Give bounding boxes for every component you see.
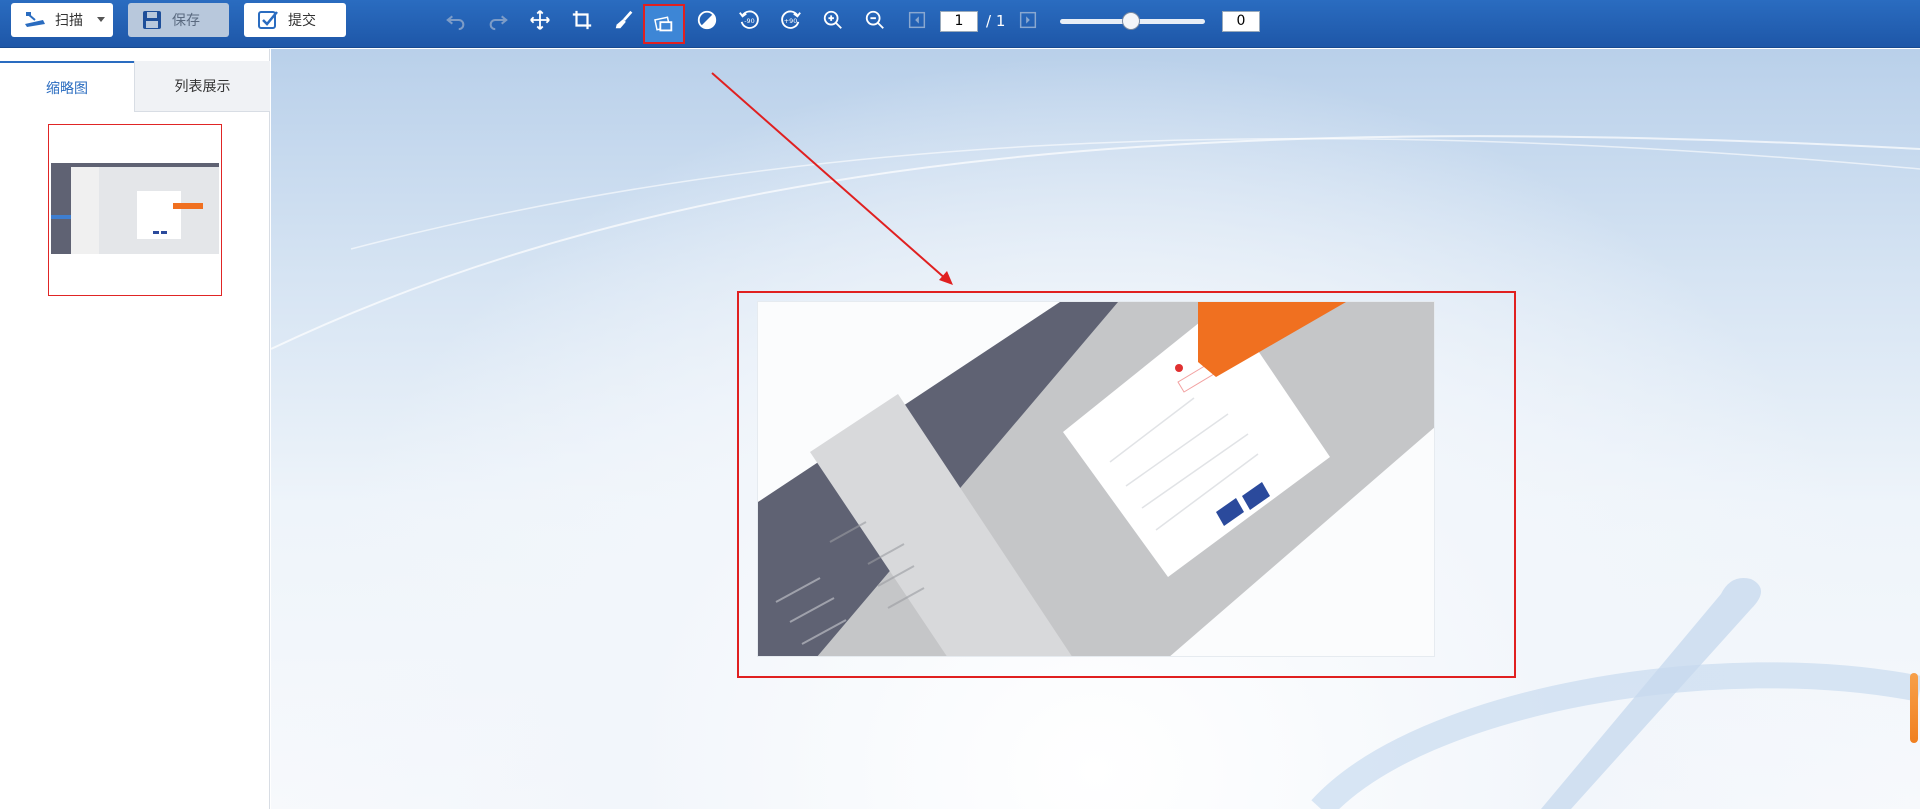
image-adjust-button[interactable] xyxy=(643,4,685,44)
rotated-screenshot xyxy=(758,302,1434,656)
brush-button[interactable] xyxy=(610,6,638,34)
scanner-icon xyxy=(23,8,47,32)
slider-value-input[interactable]: 0 xyxy=(1222,11,1260,32)
redo-icon xyxy=(489,15,508,31)
rotate-left-button[interactable]: -90 xyxy=(735,6,763,34)
undo-button[interactable] xyxy=(442,6,470,34)
left-panel: 缩略图 列表展示 xyxy=(0,49,270,809)
page-thumbnail[interactable] xyxy=(48,124,222,296)
undo-icon xyxy=(446,15,465,31)
zoom-out-icon xyxy=(865,10,884,29)
current-page-input[interactable]: 1 xyxy=(940,11,978,32)
page-total: / 1 xyxy=(986,12,1006,30)
contrast-icon xyxy=(697,10,717,30)
scan-button[interactable]: 扫描 xyxy=(11,3,113,37)
contrast-button[interactable] xyxy=(693,6,721,34)
save-button[interactable]: 保存 xyxy=(128,3,229,37)
image-adjust-icon xyxy=(654,16,673,32)
zoom-in-icon xyxy=(823,10,842,29)
next-page-icon xyxy=(1019,11,1037,29)
zoom-out-button[interactable] xyxy=(861,6,889,34)
rotate-right-90-icon: +90 xyxy=(781,10,801,29)
redo-button[interactable] xyxy=(484,6,512,34)
prev-page-button[interactable] xyxy=(903,6,931,34)
scanned-document-image[interactable] xyxy=(757,301,1435,657)
chevron-down-icon[interactable] xyxy=(97,17,105,22)
top-toolbar: 扫描 保存 提交 -90 +90 1 / 1 0 xyxy=(0,0,1920,48)
floppy-disk-icon xyxy=(140,8,164,32)
tab-list-view[interactable]: 列表展示 xyxy=(134,61,270,112)
adjust-slider-thumb[interactable] xyxy=(1122,12,1140,30)
crop-button[interactable] xyxy=(568,6,596,34)
scan-label: 扫描 xyxy=(55,13,83,29)
tab-thumbnails[interactable]: 缩略图 xyxy=(0,61,134,112)
next-page-button[interactable] xyxy=(1014,6,1042,34)
submit-button[interactable]: 提交 xyxy=(244,3,346,37)
brush-icon xyxy=(615,10,633,29)
crop-icon xyxy=(572,10,592,30)
checkbox-submit-icon xyxy=(256,8,280,32)
vertical-scrollbar[interactable] xyxy=(1910,673,1918,743)
submit-label: 提交 xyxy=(288,13,316,29)
move-button[interactable] xyxy=(526,6,554,34)
rotate-left-90-icon: -90 xyxy=(739,10,759,29)
save-label: 保存 xyxy=(172,13,200,29)
thumbnail-image xyxy=(51,163,219,254)
move-icon xyxy=(530,10,550,30)
prev-page-icon xyxy=(908,11,926,29)
rotate-right-button[interactable]: +90 xyxy=(777,6,805,34)
zoom-in-button[interactable] xyxy=(819,6,847,34)
rotate-left-label: -90 xyxy=(744,17,754,25)
rotate-right-label: +90 xyxy=(784,17,798,25)
